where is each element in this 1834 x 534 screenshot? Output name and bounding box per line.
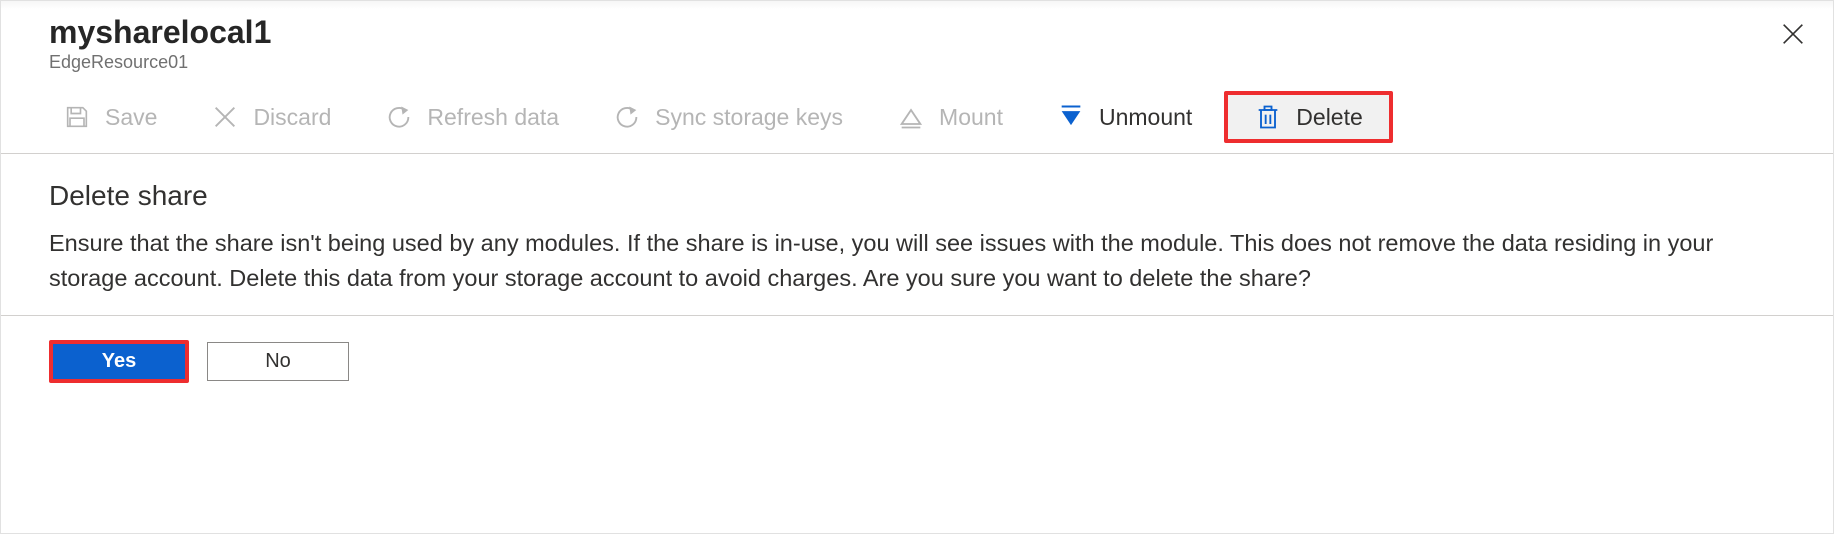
sync-label: Sync storage keys: [655, 104, 843, 131]
save-icon: [63, 103, 91, 131]
delete-button[interactable]: Delete: [1224, 91, 1392, 143]
yes-highlight: Yes: [49, 340, 189, 383]
unmount-button[interactable]: Unmount: [1039, 97, 1210, 137]
dialog-title: Delete share: [49, 180, 1785, 212]
discard-icon: [211, 103, 239, 131]
no-button[interactable]: No: [207, 342, 349, 381]
page-subtitle: EdgeResource01: [49, 52, 1785, 73]
blade-header: mysharelocal1 EdgeResource01: [1, 1, 1833, 81]
command-bar: Save Discard Refresh data Sync storage k…: [1, 81, 1833, 154]
close-icon: [1779, 20, 1807, 51]
mount-icon: [897, 103, 925, 131]
save-button: Save: [45, 97, 175, 137]
close-button[interactable]: [1777, 19, 1809, 51]
discard-label: Discard: [253, 104, 331, 131]
unmount-icon: [1057, 103, 1085, 131]
discard-button: Discard: [193, 97, 349, 137]
sync-button: Sync storage keys: [595, 97, 861, 137]
refresh-label: Refresh data: [427, 104, 559, 131]
dialog-body: Ensure that the share isn't being used b…: [49, 226, 1785, 297]
mount-button: Mount: [879, 97, 1021, 137]
unmount-label: Unmount: [1099, 104, 1192, 131]
mount-label: Mount: [939, 104, 1003, 131]
dialog-content: Delete share Ensure that the share isn't…: [1, 154, 1833, 316]
delete-icon: [1254, 103, 1282, 131]
sync-icon: [613, 103, 641, 131]
save-label: Save: [105, 104, 157, 131]
refresh-button: Refresh data: [367, 97, 577, 137]
delete-label: Delete: [1296, 104, 1362, 131]
refresh-icon: [385, 103, 413, 131]
yes-button[interactable]: Yes: [53, 344, 185, 379]
dialog-actions: Yes No: [1, 316, 1833, 407]
page-title: mysharelocal1: [49, 15, 1785, 50]
